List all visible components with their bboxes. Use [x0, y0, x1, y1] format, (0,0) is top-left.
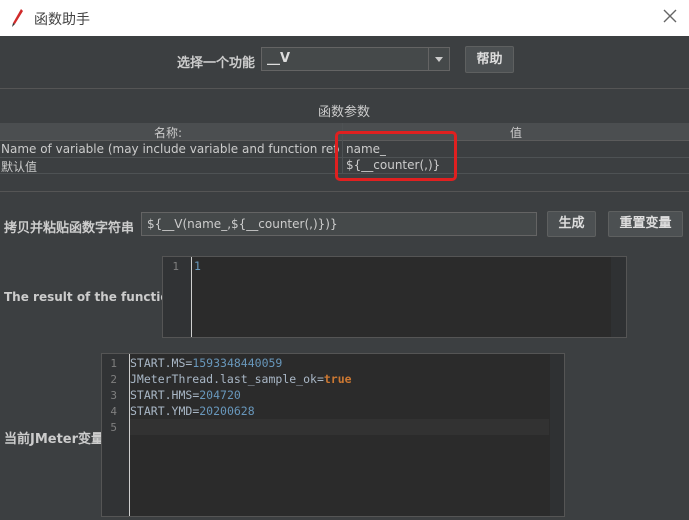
line-gutter: 1 2 3 4 5 — [102, 354, 130, 516]
line-number: 1 — [110, 357, 117, 370]
variables-editor[interactable]: 1 2 3 4 5 START.MS=1593348440059 JMeterT… — [101, 353, 565, 517]
dropdown-arrow[interactable] — [428, 48, 449, 70]
params-section-title: 函数参数 — [318, 105, 371, 120]
header-value: 值 — [510, 126, 523, 140]
divider — [0, 88, 689, 89]
code-line: START.YMD=20200628 — [130, 404, 255, 418]
copy-string-label: 拷贝并粘贴函数字符串 — [4, 221, 135, 236]
generate-button[interactable]: 生成 — [547, 211, 596, 237]
line-number: 1 — [172, 260, 179, 273]
chevron-down-icon — [435, 57, 443, 62]
window-title: 函数助手 — [34, 12, 90, 28]
row-name: Name of variable (may include variable a… — [1, 142, 339, 156]
function-select-label: 选择一个功能 — [177, 56, 256, 71]
line-gutter: 1 — [163, 257, 192, 337]
function-select-value: __V — [267, 51, 291, 66]
current-line-highlight — [130, 419, 549, 435]
window-title-bar: 函数助手 — [0, 0, 689, 36]
scrollbar[interactable] — [550, 354, 564, 516]
function-string-input[interactable] — [142, 213, 536, 235]
line-number: 4 — [110, 405, 117, 418]
header-name: 名称: — [154, 126, 183, 140]
line-number: 3 — [110, 389, 117, 402]
code-line: JMeterThread.last_sample_ok=true — [130, 372, 352, 386]
function-select[interactable]: __V — [261, 47, 450, 71]
help-button[interactable]: 帮助 — [465, 46, 514, 73]
line-number: 2 — [110, 373, 117, 386]
scrollbar[interactable] — [611, 257, 626, 337]
result-editor[interactable]: 1 1 — [162, 256, 627, 338]
highlight-box — [335, 131, 457, 181]
reset-variables-button[interactable]: 重置变量 — [608, 211, 683, 237]
row-name: 默认值 — [1, 160, 38, 174]
result-text: 1 — [194, 259, 201, 273]
close-icon[interactable] — [662, 8, 678, 24]
code-line: START.HMS=204720 — [130, 388, 241, 402]
line-number: 5 — [110, 421, 117, 434]
function-string-field[interactable] — [141, 212, 537, 236]
feather-icon — [12, 9, 23, 27]
code-line: START.MS=1593348440059 — [130, 356, 283, 370]
jmeter-variables-label: 当前JMeter变量 — [4, 432, 105, 447]
divider — [0, 191, 689, 192]
